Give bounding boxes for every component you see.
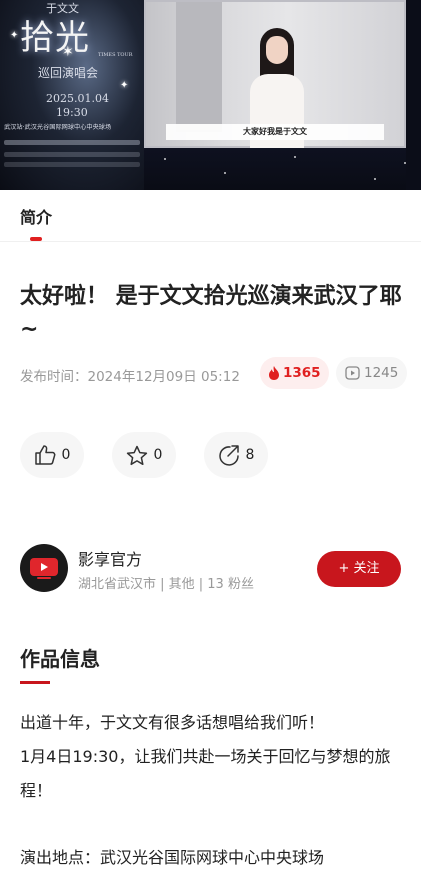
play-logo-icon (30, 558, 58, 579)
poster-title: 拾光 (20, 18, 90, 58)
works-description: 出道十年，于文文有很多话想唱给我们听！ 1月4日19:30，让我们共赴一场关于回… (20, 706, 405, 808)
author-name[interactable]: 影享官方 (78, 546, 142, 570)
sparkle-icon: ✦ (120, 80, 129, 91)
poster-info-line (4, 140, 140, 145)
action-bar: 0 0 8 (20, 432, 405, 478)
video-caption: 大家好我是于文文 (166, 124, 384, 140)
venue-text: 演出地点：武汉光谷国际网球中心中央球场 (20, 848, 325, 867)
thumbs-up-icon (34, 445, 55, 465)
sparkle-icon: ✶ (62, 44, 74, 60)
video-player[interactable]: 于文文 拾光 TIMES TOUR 巡回演唱会 2025.01.04 19:30… (0, 0, 421, 190)
poster-date: 2025.01.04 (46, 92, 109, 105)
video-door (176, 2, 222, 132)
share-icon (218, 445, 239, 466)
star-icon (126, 445, 147, 465)
play-count-badge: 1245 (336, 357, 408, 389)
sparkle-icon: ✦ (10, 30, 19, 41)
poster-sponsor-line (4, 152, 140, 157)
share-button[interactable]: 8 (204, 432, 268, 478)
article-meta: 发布时间：2024年12月09日 05:12 1365 1245 (20, 356, 408, 390)
works-info-title: 作品信息 (20, 647, 100, 671)
publish-time: 发布时间：2024年12月09日 05:12 (20, 369, 240, 385)
video-frame: 大家好我是于文文 (144, 0, 406, 150)
concert-poster: 于文文 拾光 TIMES TOUR 巡回演唱会 2025.01.04 19:30… (0, 0, 144, 190)
favorite-button[interactable]: 0 (112, 432, 176, 478)
like-count: 0 (61, 447, 71, 463)
avatar[interactable] (20, 544, 68, 592)
like-button[interactable]: 0 (20, 432, 84, 478)
flame-icon (269, 366, 279, 380)
video-side-strip (406, 0, 421, 190)
poster-subtitle: 巡回演唱会 (38, 66, 99, 80)
share-count: 8 (245, 447, 255, 463)
description-line: 1月4日19:30，让我们共赴一场关于回忆与梦想的旅程！ (20, 747, 391, 800)
video-bottom-strip (144, 148, 421, 190)
author-card: 影享官方 湖北省武汉市 | 其他 | 13 粉丝 + 关注 (20, 540, 405, 600)
article-title: 太好啦！ 是于文文拾光巡演来武汉了耶~ (20, 284, 402, 342)
hot-badge: 1365 (260, 357, 329, 389)
play-count-icon (345, 366, 360, 380)
favorite-count: 0 (153, 447, 163, 463)
poster-time: 19:30 (56, 106, 88, 119)
author-meta: 湖北省武汉市 | 其他 | 13 粉丝 (78, 577, 254, 592)
section-underline (20, 681, 50, 684)
poster-tour: TIMES TOUR (98, 52, 133, 58)
poster-venue: 武汉站·武汉光谷国际网球中心中央球场 (4, 124, 112, 131)
tab-intro[interactable]: 简介 (20, 204, 52, 228)
poster-sponsor-line (4, 162, 140, 167)
tab-active-indicator (30, 237, 42, 241)
play-count: 1245 (364, 365, 399, 381)
hot-count: 1365 (283, 365, 321, 381)
description-line: 出道十年，于文文有很多话想唱给我们听！ (20, 713, 325, 732)
tab-bar: 简介 (0, 190, 421, 242)
follow-button[interactable]: + 关注 (317, 551, 401, 587)
